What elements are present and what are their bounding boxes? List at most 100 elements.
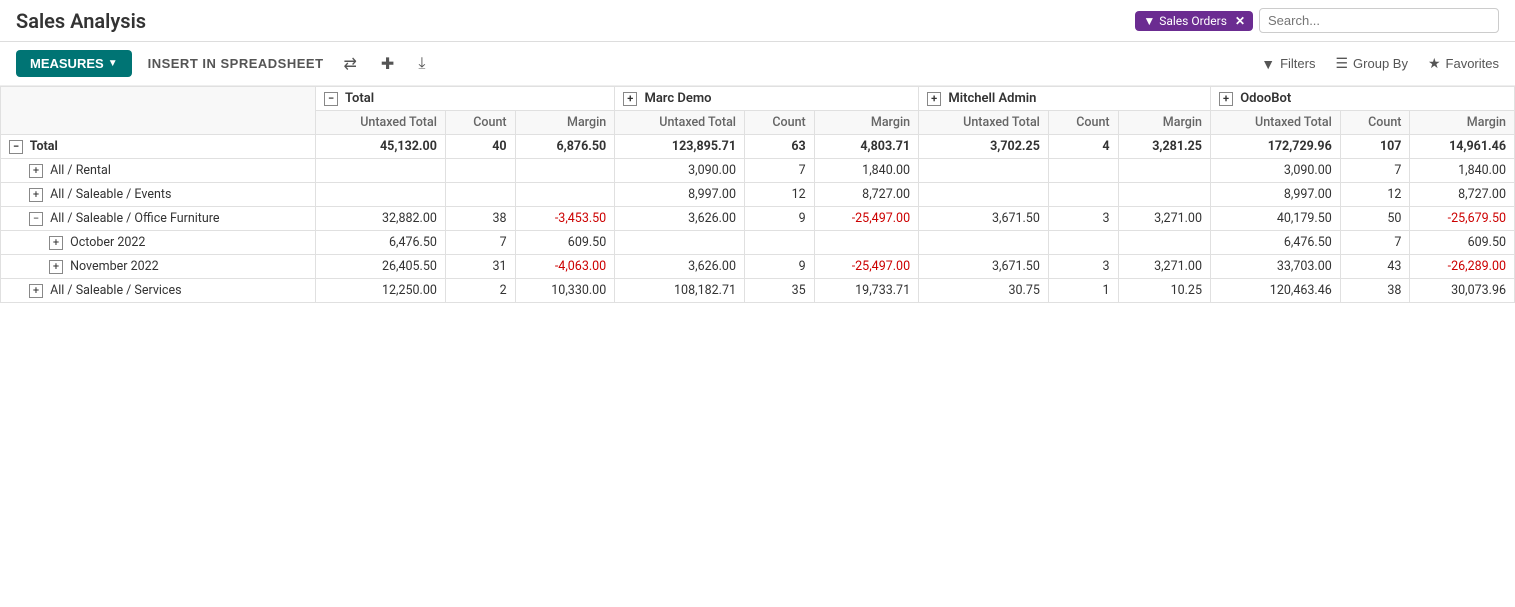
- filter-icon: ▼: [1261, 56, 1275, 72]
- marc-margin: -4,063.00: [515, 255, 615, 279]
- total-untaxed-header: Untaxed Total: [316, 111, 446, 135]
- mitchell-margin-header: Margin: [1118, 111, 1210, 135]
- row-label: + November 2022: [1, 255, 316, 279]
- odoo-margin: 3,271.00: [1118, 207, 1210, 231]
- expand-row-icon[interactable]: +: [29, 188, 43, 202]
- mitchell-count-header: Count: [1048, 111, 1118, 135]
- mitchell-count: 63: [745, 135, 815, 159]
- total-count: 7: [1340, 159, 1410, 183]
- insert-spreadsheet-button[interactable]: INSERT IN SPREADSHEET: [148, 56, 324, 71]
- group-by-button[interactable]: ☰ Group By: [1335, 55, 1407, 72]
- total-count: 50: [1340, 207, 1410, 231]
- total-count-header: Count: [445, 111, 515, 135]
- expand-mitchell-icon[interactable]: +: [927, 92, 941, 106]
- mitchell-count: 12: [745, 183, 815, 207]
- mitchell-margin: 1,840.00: [814, 159, 918, 183]
- marc-margin: [515, 183, 615, 207]
- filter-tag-close[interactable]: ✕: [1235, 14, 1245, 28]
- total-count: 43: [1340, 255, 1410, 279]
- row-label-header: [1, 87, 316, 135]
- marc-margin: 6,876.50: [515, 135, 615, 159]
- marc-untaxed: [316, 159, 446, 183]
- odoo-count: 3: [1048, 255, 1118, 279]
- odoo-untaxed: 3,702.25: [919, 135, 1049, 159]
- collapse-row-icon[interactable]: −: [9, 140, 23, 154]
- search-filter-tag[interactable]: ▼ Sales Orders ✕: [1135, 11, 1253, 31]
- marc-untaxed: [316, 183, 446, 207]
- mitchell-count: 9: [745, 207, 815, 231]
- mitchell-untaxed: [615, 231, 745, 255]
- measures-button[interactable]: MEASURES ▼: [16, 50, 132, 77]
- marc-count: [445, 159, 515, 183]
- expand-row-icon[interactable]: +: [29, 284, 43, 298]
- mitchell-untaxed: 123,895.71: [615, 135, 745, 159]
- expand-marc-icon[interactable]: +: [623, 92, 637, 106]
- expand-odoobot-icon[interactable]: +: [1219, 92, 1233, 106]
- marc-count: 40: [445, 135, 515, 159]
- marc-demo-col-header: + Marc Demo: [615, 87, 919, 111]
- swap-icon-button[interactable]: ⇄: [340, 52, 361, 76]
- expand-row-icon[interactable]: +: [49, 236, 63, 250]
- odoo-count: 3: [1048, 207, 1118, 231]
- marc-count: 38: [445, 207, 515, 231]
- total-count: 7: [1340, 231, 1410, 255]
- table-row: − Total45,132.00406,876.50123,895.71634,…: [1, 135, 1515, 159]
- filter-icon: ▼: [1143, 14, 1155, 28]
- mitchell-margin: 8,727.00: [814, 183, 918, 207]
- total-untaxed: 120,463.46: [1210, 279, 1340, 303]
- row-label: − Total: [1, 135, 316, 159]
- total-untaxed: 172,729.96: [1210, 135, 1340, 159]
- total-count: 107: [1340, 135, 1410, 159]
- odoo-untaxed: [919, 183, 1049, 207]
- filter-tag-label: Sales Orders: [1159, 14, 1227, 28]
- right-actions: ▼ Filters ☰ Group By ★ Favorites: [1261, 55, 1499, 72]
- mitchell-untaxed: 108,182.71: [615, 279, 745, 303]
- marc-margin: 10,330.00: [515, 279, 615, 303]
- row-label: + October 2022: [1, 231, 316, 255]
- search-input[interactable]: [1259, 8, 1499, 33]
- row-label: − All / Saleable / Office Furniture: [1, 207, 316, 231]
- marc-margin-header: Margin: [814, 111, 918, 135]
- marc-untaxed: 6,476.50: [316, 231, 446, 255]
- odoo-count-header: Count: [1340, 111, 1410, 135]
- odoo-count: 1: [1048, 279, 1118, 303]
- odoo-count: [1048, 159, 1118, 183]
- table-row: − All / Saleable / Office Furniture32,88…: [1, 207, 1515, 231]
- odoo-margin: 3,281.25: [1118, 135, 1210, 159]
- mitchell-count: 7: [745, 159, 815, 183]
- move-icon-button[interactable]: ✚: [377, 52, 398, 76]
- collapse-row-icon[interactable]: −: [29, 212, 43, 226]
- filters-button[interactable]: ▼ Filters: [1261, 56, 1315, 72]
- marc-count: 2: [445, 279, 515, 303]
- mitchell-count: [745, 231, 815, 255]
- row-label: + All / Saleable / Services: [1, 279, 316, 303]
- marc-margin: 609.50: [515, 231, 615, 255]
- odoo-untaxed: [919, 231, 1049, 255]
- collapse-total-icon[interactable]: −: [324, 92, 338, 106]
- expand-row-icon[interactable]: +: [29, 164, 43, 178]
- marc-count: [445, 183, 515, 207]
- odoo-margin: 10.25: [1118, 279, 1210, 303]
- chevron-down-icon: ▼: [108, 58, 118, 69]
- mitchell-margin: [814, 231, 918, 255]
- download-icon-button[interactable]: ⤓: [414, 53, 429, 75]
- marc-untaxed: 45,132.00: [316, 135, 446, 159]
- row-label: + All / Rental: [1, 159, 316, 183]
- total-margin: 30,073.96: [1410, 279, 1515, 303]
- expand-row-icon[interactable]: +: [49, 260, 63, 274]
- total-untaxed: 8,997.00: [1210, 183, 1340, 207]
- total-count: 38: [1340, 279, 1410, 303]
- odoo-untaxed: 3,671.50: [919, 207, 1049, 231]
- mitchell-count: 9: [745, 255, 815, 279]
- favorites-button[interactable]: ★ Favorites: [1428, 55, 1499, 72]
- total-untaxed: 33,703.00: [1210, 255, 1340, 279]
- mitchell-margin: -25,497.00: [814, 207, 918, 231]
- marc-count: 7: [445, 231, 515, 255]
- mitchell-untaxed: 3,090.00: [615, 159, 745, 183]
- odoo-margin-header: Margin: [1410, 111, 1515, 135]
- total-margin: -26,289.00: [1410, 255, 1515, 279]
- mitchell-untaxed: 8,997.00: [615, 183, 745, 207]
- odoo-margin: 3,271.00: [1118, 255, 1210, 279]
- star-icon: ★: [1428, 55, 1441, 72]
- marc-count: 31: [445, 255, 515, 279]
